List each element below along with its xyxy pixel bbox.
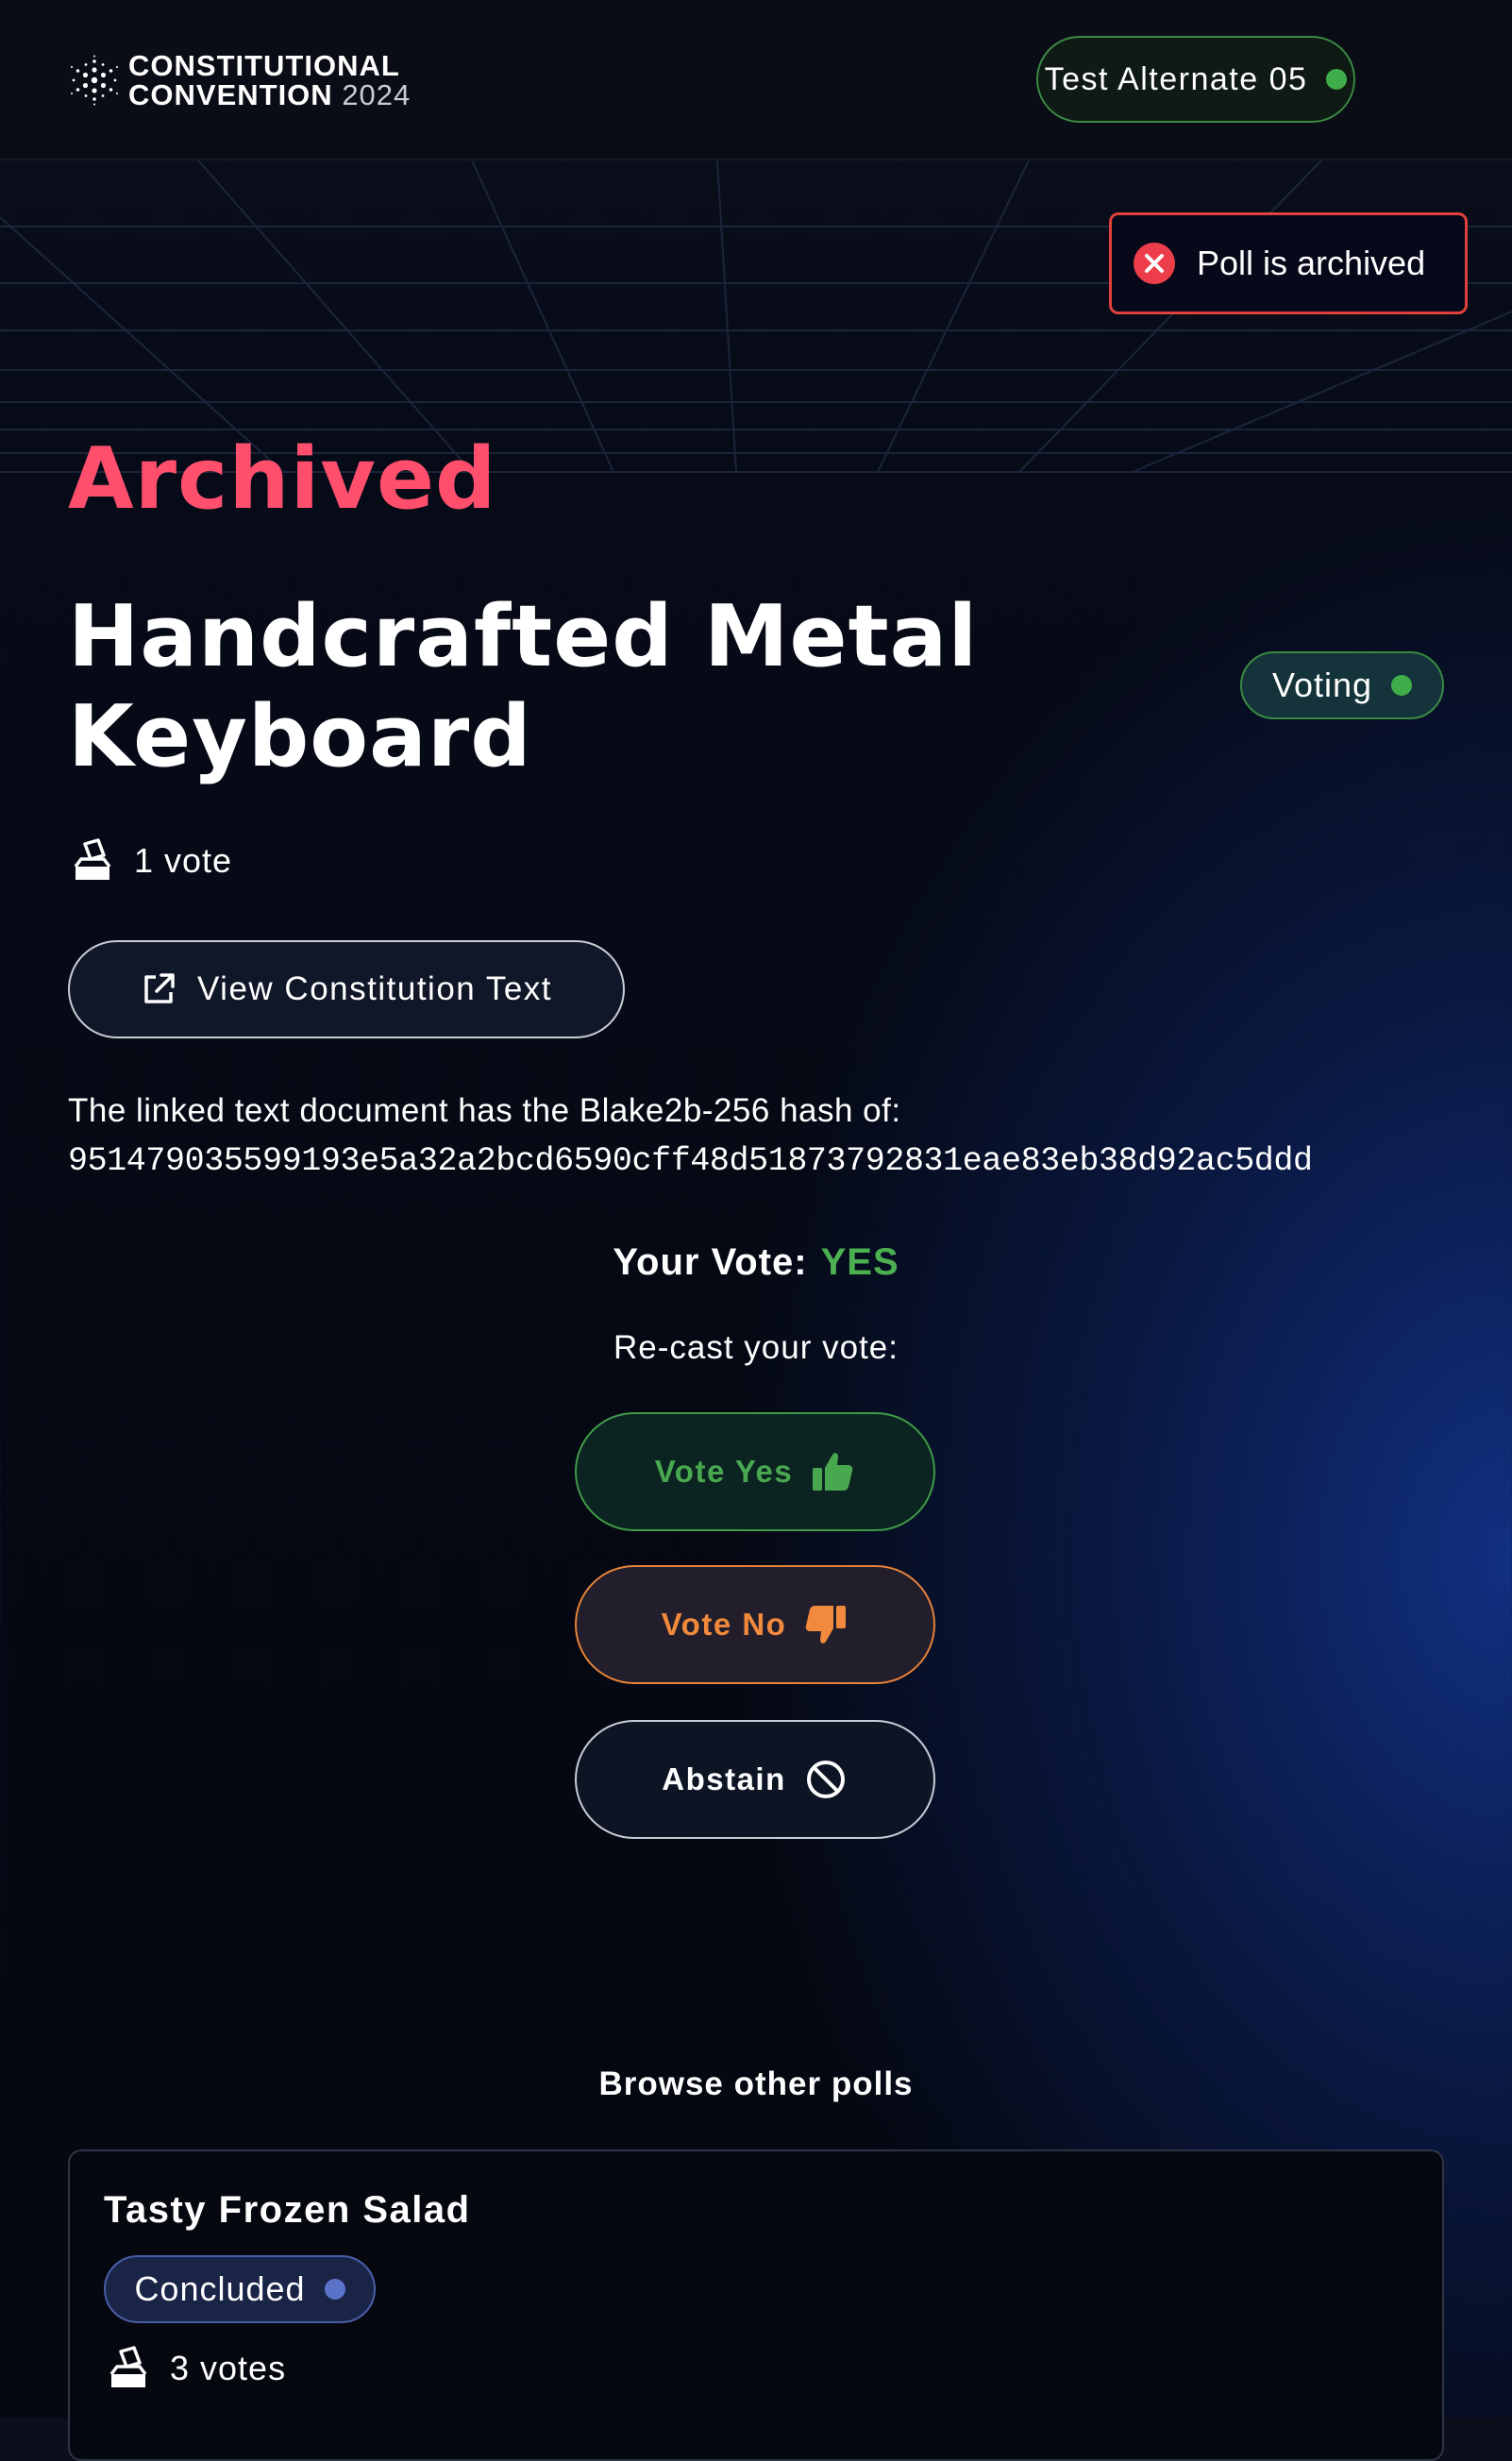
top-header: CONSTITUTIONAL CONVENTION 2024 Test Alte…	[0, 0, 1512, 160]
thumbs-down-icon	[806, 1606, 847, 1643]
poll-state-label: Archived	[68, 430, 497, 529]
toast-message: Poll is archived	[1197, 244, 1426, 282]
vote-yes-label: Vote Yes	[654, 1454, 794, 1489]
status-badge: Voting	[1240, 651, 1444, 719]
logo[interactable]: CONSTITUTIONAL CONVENTION 2024	[68, 51, 411, 110]
vote-yes-button[interactable]: Vote Yes	[575, 1412, 935, 1531]
cardano-logo-icon	[71, 55, 118, 106]
external-link-icon	[144, 973, 175, 1003]
poll-card-vote-count-text: 3 votes	[170, 2349, 287, 2387]
vote-count-text: 1 vote	[134, 841, 233, 880]
poll-card-status-dot	[324, 2279, 345, 2300]
poll-title: Handcrafted Metal Keyboard	[68, 587, 979, 786]
logo-year: 2024	[342, 78, 412, 111]
logo-text: CONSTITUTIONAL CONVENTION 2024	[128, 51, 411, 110]
abstain-label: Abstain	[662, 1761, 786, 1796]
error-toast[interactable]: Poll is archived	[1109, 212, 1468, 314]
poll-card-vote-count: 3 votes	[108, 2346, 286, 2391]
your-vote: Your Vote: YES	[0, 1241, 1512, 1284]
status-badge-label: Voting	[1271, 666, 1373, 704]
error-x-icon	[1134, 243, 1175, 284]
view-constitution-label: View Constitution Text	[196, 970, 553, 1007]
logo-line-2-text: CONVENTION	[128, 78, 333, 111]
browse-polls-heading: Browse other polls	[598, 2065, 914, 2102]
poll-card-title: Tasty Frozen Salad	[104, 2189, 471, 2231]
view-constitution-text-button[interactable]: View Constitution Text	[68, 940, 625, 1038]
poll-card-status-badge: Concluded	[104, 2255, 376, 2323]
ballot-box-icon	[74, 838, 111, 880]
status-dot	[1391, 675, 1413, 696]
vote-no-label: Vote No	[661, 1607, 787, 1642]
hash-label: The linked text document has the Blake2b…	[68, 1092, 901, 1129]
connected-status-dot	[1326, 69, 1348, 90]
user-name: Test Alternate 05	[1044, 60, 1308, 97]
logo-line-2: CONVENTION 2024	[128, 80, 411, 110]
poll-card[interactable]: Tasty Frozen Salad Concluded 3 votes	[68, 2149, 1444, 2461]
prohibited-icon	[806, 1761, 845, 1798]
vote-no-button[interactable]: Vote No	[575, 1565, 935, 1684]
vote-count: 1 vote	[72, 838, 232, 884]
ballot-box-icon	[109, 2346, 147, 2387]
your-vote-value: YES	[820, 1241, 899, 1283]
hash-value: 951479035599193e5a32a2bcd6590cff48d51873…	[68, 1142, 1313, 1180]
user-menu-button[interactable]: Test Alternate 05	[1036, 36, 1355, 123]
abstain-button[interactable]: Abstain	[575, 1720, 935, 1839]
thumbs-up-icon	[813, 1453, 853, 1491]
recast-label: Re-cast your vote:	[613, 1329, 899, 1366]
poll-card-status-label: Concluded	[134, 2269, 306, 2308]
logo-line-1: CONSTITUTIONAL	[128, 49, 400, 82]
your-vote-label: Your Vote:	[613, 1241, 808, 1283]
